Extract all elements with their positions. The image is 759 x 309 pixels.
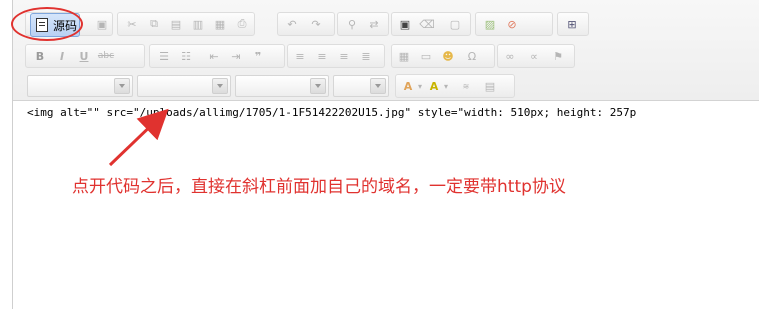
annotation-text: 点开代码之后，直接在斜杠前面加自己的域名，一定要带http协议 <box>72 177 566 197</box>
annotation-arrow <box>108 108 169 167</box>
